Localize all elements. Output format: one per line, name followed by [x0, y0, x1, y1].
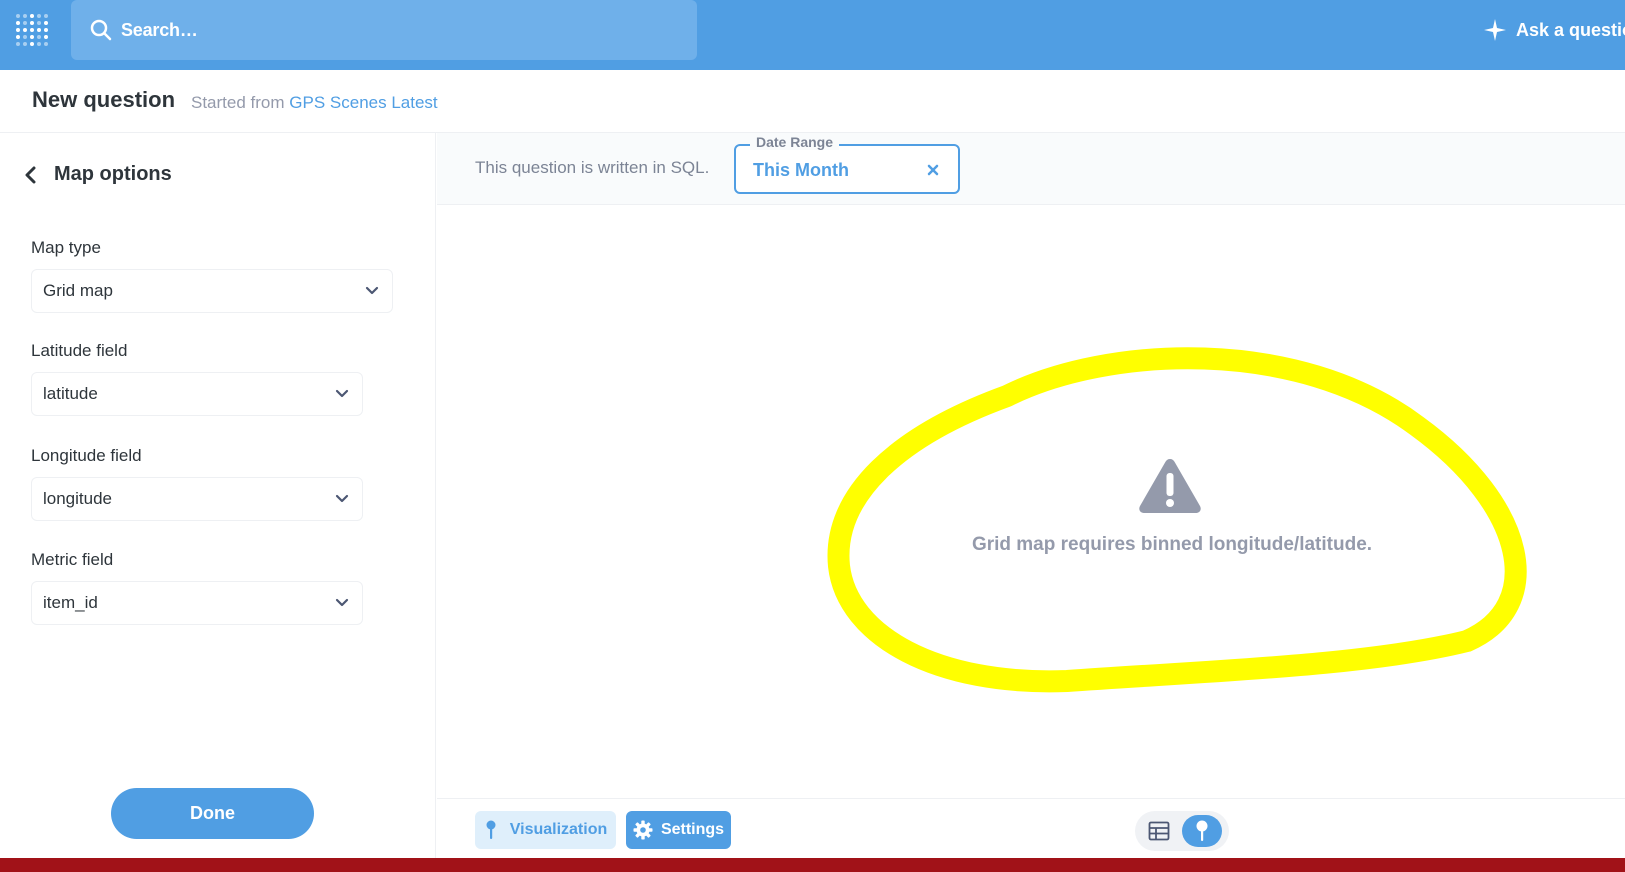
filter-bar: This question is written in SQL. Date Ra… [437, 133, 1625, 205]
date-range-value: This Month [753, 160, 849, 180]
metric-field-label: Metric field [31, 550, 114, 569]
chevron-down-icon [335, 389, 349, 398]
question-footer: Visualization Settings [437, 798, 1625, 858]
pin-icon [486, 820, 496, 839]
question-header: New question Started from GPS Scenes Lat… [0, 70, 1625, 133]
visualization-label: Visualization [509, 821, 608, 838]
metabase-logo-icon[interactable] [14, 10, 50, 50]
question-source: Started from GPS Scenes Latest [191, 93, 438, 113]
gear-icon [633, 820, 653, 840]
map-type-label: Map type [31, 238, 101, 257]
chevron-left-icon [25, 166, 36, 183]
search-icon [90, 19, 112, 41]
chevron-down-icon [335, 598, 349, 607]
page-title: New question [32, 87, 176, 112]
close-icon[interactable] [925, 162, 941, 178]
date-range-filter[interactable]: Date Range This Month [734, 134, 960, 194]
visualization-button[interactable]: Visualization [475, 811, 616, 849]
latitude-field-select[interactable]: latitude [31, 372, 363, 416]
warning-icon [1139, 459, 1201, 513]
metric-field-value: item_id [43, 593, 98, 612]
date-range-label: Date Range [750, 134, 840, 150]
source-link[interactable]: GPS Scenes Latest [289, 93, 437, 112]
longitude-field-value: longitude [43, 489, 113, 508]
settings-button[interactable]: Settings [626, 811, 731, 849]
top-nav: Search… Ask a question [0, 0, 1625, 70]
sidebar-heading: Map options [54, 163, 172, 185]
search-placeholder: Search… [121, 19, 198, 40]
latitude-field-value: latitude [43, 384, 98, 403]
error-message: Grid map requires binned longitude/latit… [971, 534, 1373, 555]
latitude-field-label: Latitude field [31, 341, 128, 360]
longitude-field-label: Longitude field [31, 446, 142, 465]
done-button[interactable]: Done [111, 788, 314, 839]
map-pin-icon [1196, 820, 1208, 841]
table-view-toggle[interactable] [1144, 817, 1174, 845]
map-type-value: Grid map [43, 281, 113, 300]
map-options-sidebar: Map options Map type Grid map Latitude f… [0, 133, 436, 858]
ask-question-button[interactable]: Ask a question [1484, 16, 1625, 44]
sql-note: This question is written in SQL. [475, 158, 710, 177]
settings-label: Settings [660, 821, 725, 838]
map-type-select[interactable]: Grid map [31, 269, 393, 313]
map-view-toggle[interactable] [1182, 815, 1222, 847]
chevron-down-icon [335, 494, 349, 503]
longitude-field-select[interactable]: longitude [31, 477, 363, 521]
source-prefix: Started from [191, 93, 285, 112]
chevron-down-icon [365, 286, 379, 295]
sparkle-icon [1484, 19, 1506, 41]
highlight-annotation [827, 347, 1527, 693]
ask-question-label: Ask a question [1516, 19, 1625, 40]
display-toggle [1135, 811, 1229, 851]
search-input[interactable]: Search… [71, 0, 697, 60]
visualization-canvas: Grid map requires binned longitude/latit… [437, 206, 1625, 798]
metric-field-select[interactable]: item_id [31, 581, 363, 625]
table-icon [1148, 821, 1170, 841]
bottom-bar [0, 858, 1625, 872]
map-options-back[interactable]: Map options [22, 163, 172, 186]
